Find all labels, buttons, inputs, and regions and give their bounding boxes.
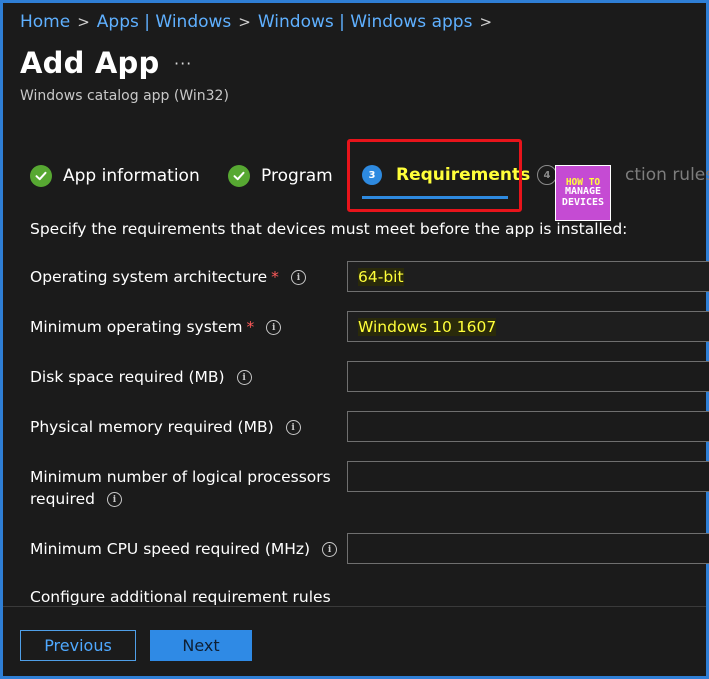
step-label: Program <box>261 166 333 186</box>
minimum-os-value: Windows 10 1607 <box>358 318 497 336</box>
info-icon[interactable]: i <box>322 542 338 557</box>
check-icon <box>228 165 250 187</box>
logical-processors-input[interactable] <box>347 461 709 492</box>
step-app-information[interactable]: App information <box>30 165 200 187</box>
chevron-right-icon: > <box>77 13 90 31</box>
chevron-right-icon: > <box>238 13 251 31</box>
physical-memory-input[interactable] <box>347 411 709 442</box>
architecture-value: 64-bit <box>358 268 404 286</box>
info-icon[interactable]: i <box>106 492 122 507</box>
arch-label-text: Operating system architecture <box>30 268 268 286</box>
cpu-speed-input[interactable] <box>347 533 709 564</box>
arch-label: Operating system architecture * i <box>30 266 306 288</box>
howtomanagedevices-logo: HOW TO MANAGE DEVICES <box>555 165 611 221</box>
step-number: 4 <box>537 165 557 185</box>
info-icon[interactable]: i <box>266 320 282 335</box>
more-options-icon[interactable]: ··· <box>174 54 192 73</box>
requirements-description: Specify the requirements that devices mu… <box>30 220 628 238</box>
minimum-os-dropdown[interactable]: Windows 10 1607 <box>347 311 709 342</box>
memory-label-text: Physical memory required (MB) <box>30 418 274 436</box>
breadcrumb-home[interactable]: Home <box>20 12 70 32</box>
disk-label-text: Disk space required (MB) <box>30 368 225 386</box>
minos-label: Minimum operating system * i <box>30 316 282 338</box>
cpu-label: Minimum CPU speed required (MHz) i <box>30 538 338 560</box>
disk-space-input[interactable] <box>347 361 709 392</box>
step-requirements[interactable]: 3 Requirements <box>362 165 530 185</box>
breadcrumb: Home > Apps | Windows > Windows | Windows ap… <box>20 12 499 32</box>
info-icon[interactable]: i <box>285 420 301 435</box>
processors-label: Minimum number of logical processors req… <box>30 466 331 510</box>
breadcrumb-apps-windows[interactable]: Apps | Windows <box>97 12 232 32</box>
next-button[interactable]: Next <box>150 630 252 661</box>
breadcrumb-windows-apps[interactable]: Windows | Windows apps <box>258 12 473 32</box>
step-number: 3 <box>362 165 382 185</box>
page-title: Add App <box>20 46 160 80</box>
additional-rules-heading: Configure additional requirement rules <box>30 588 331 606</box>
disk-label: Disk space required (MB) i <box>30 366 252 388</box>
step-label: ction rules <box>625 165 709 185</box>
memory-label: Physical memory required (MB) i <box>30 416 301 438</box>
processors-label-line1: Minimum number of logical processors <box>30 468 331 486</box>
cpu-label-text: Minimum CPU speed required (MHz) <box>30 540 311 558</box>
logo-line3: DEVICES <box>561 196 605 208</box>
chevron-right-icon: > <box>479 13 493 31</box>
step-label: App information <box>63 166 200 186</box>
architecture-dropdown[interactable]: 64-bit <box>347 261 709 292</box>
step-label: Requirements <box>396 165 531 185</box>
minos-label-text: Minimum operating system <box>30 318 243 336</box>
info-icon[interactable]: i <box>236 370 252 385</box>
step-program[interactable]: Program <box>228 165 333 187</box>
active-step-underline <box>362 196 508 199</box>
required-star: * <box>246 318 255 336</box>
page-subtitle: Windows catalog app (Win32) <box>20 88 229 104</box>
previous-button[interactable]: Previous <box>20 630 136 661</box>
processors-label-line2: required <box>30 490 95 508</box>
check-icon <box>30 165 52 187</box>
info-icon[interactable]: i <box>290 270 306 285</box>
required-star: * <box>271 268 279 286</box>
